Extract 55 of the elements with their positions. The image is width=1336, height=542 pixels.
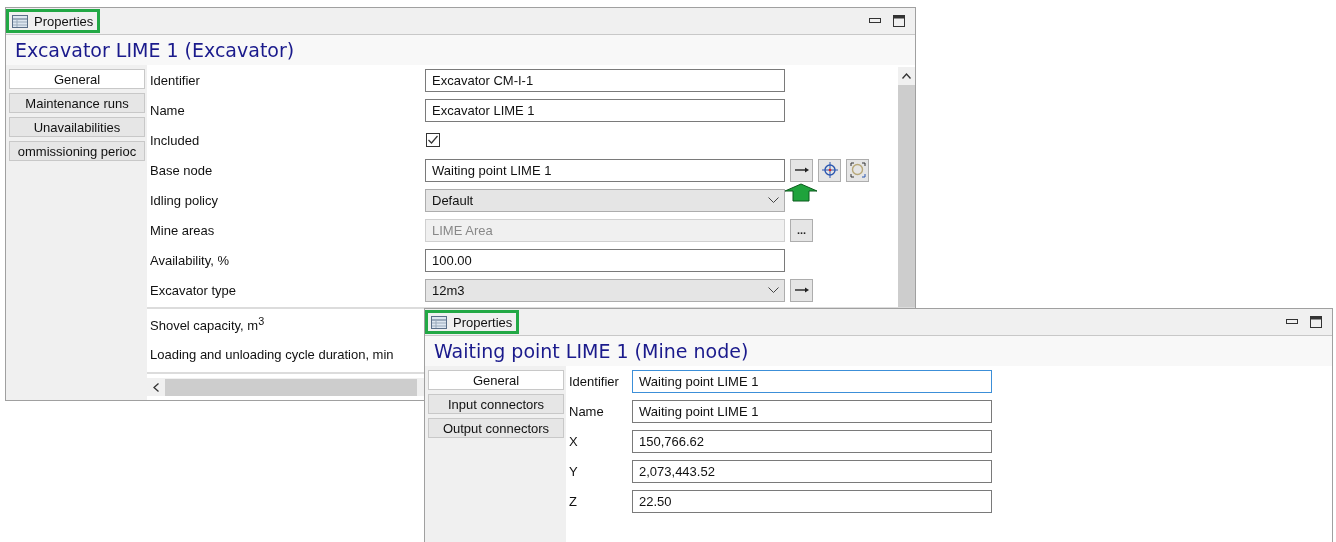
text-field[interactable]: Waiting point LIME 1 — [425, 158, 785, 182]
crosshair-button[interactable] — [818, 158, 841, 182]
arrow-button[interactable] — [790, 158, 813, 182]
checkbox[interactable] — [426, 133, 440, 147]
section-tab[interactable]: Input connectors — [428, 394, 564, 414]
scroll-left-icon[interactable] — [153, 382, 159, 392]
table-icon — [12, 14, 28, 28]
property-label: Identifier — [149, 72, 201, 88]
properties-tab[interactable]: Properties — [425, 310, 520, 334]
chevron-icon — [768, 196, 779, 204]
arrow-icon — [794, 167, 809, 173]
dropdown[interactable]: Default — [425, 188, 785, 212]
property-label: Name — [568, 403, 605, 419]
property-label: X — [568, 433, 579, 449]
property-label: Z — [568, 493, 578, 509]
panel-title: Waiting point LIME 1 (Mine node) — [434, 340, 749, 362]
property-label: Name — [149, 102, 186, 118]
arrow-button[interactable] — [790, 278, 813, 302]
properties-tab[interactable]: Properties — [6, 9, 101, 33]
maximize-icon[interactable] — [1310, 316, 1322, 328]
dropdown[interactable]: 12m3 — [425, 278, 785, 302]
table-icon — [431, 315, 447, 329]
text-field[interactable]: Excavator CM-I-1 — [425, 68, 785, 92]
arrow-icon — [794, 287, 809, 293]
zoom-button[interactable] — [846, 158, 869, 182]
maximize-icon[interactable] — [893, 15, 905, 27]
panel-title: Excavator LIME 1 (Excavator) — [15, 39, 295, 61]
text-field[interactable]: 100.00 — [425, 248, 785, 272]
text-field[interactable]: Excavator LIME 1 — [425, 98, 785, 122]
section-tab[interactable]: ommissioning perioc — [9, 141, 145, 161]
property-label: Identifier — [568, 373, 620, 389]
section-tab[interactable]: Unavailabilities — [9, 117, 145, 137]
minimize-icon[interactable] — [1286, 319, 1298, 325]
section-tab[interactable]: Output connectors — [428, 418, 564, 438]
section-tab[interactable]: Maintenance runs — [9, 93, 145, 113]
text-field[interactable]: 150,766.62 — [632, 429, 992, 453]
minimize-icon[interactable] — [869, 18, 881, 24]
property-label: Shovel capacity, m$^{3}$ — [149, 314, 266, 334]
section-tab[interactable]: General — [428, 370, 564, 390]
property-label: Availability, % — [149, 252, 230, 268]
property-label: Mine areas — [149, 222, 216, 238]
scroll-up-icon[interactable] — [902, 73, 911, 79]
property-label: Y — [568, 463, 579, 479]
property-label: Idling policy — [149, 192, 219, 208]
property-label: Loading and unloading cycle duration, min — [149, 346, 395, 362]
scrollbar-thumb[interactable] — [165, 378, 417, 396]
property-label: Base node — [149, 162, 214, 178]
section-tab[interactable]: General — [9, 69, 145, 89]
text-field[interactable]: Waiting point LIME 1 — [632, 399, 992, 423]
chevron-icon — [768, 286, 779, 294]
text-field[interactable]: 22.50 — [632, 489, 992, 513]
text-field[interactable]: Waiting point LIME 1 — [632, 369, 992, 393]
property-label: Excavator type — [149, 282, 237, 298]
property-label: Included — [149, 132, 201, 148]
text-field[interactable]: 2,073,443.52 — [632, 459, 992, 483]
